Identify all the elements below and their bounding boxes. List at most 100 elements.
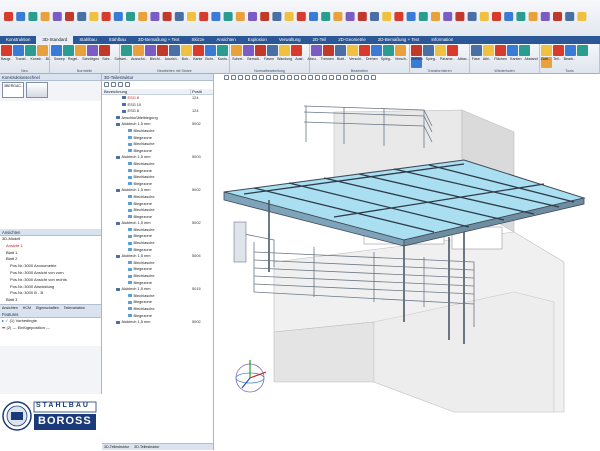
view-tool-icon[interactable] (364, 75, 369, 80)
view-tool-icon[interactable] (273, 75, 278, 80)
left-tab[interactable]: Teilevariation (62, 305, 87, 311)
view-tool-icon[interactable] (308, 75, 313, 80)
ribbon-tab[interactable]: Verwaltung (273, 36, 307, 44)
ribbon-tool-label[interactable]: Schrei.. (232, 57, 244, 63)
ribbon-tool-icon[interactable] (51, 45, 62, 56)
ribbon-tool-icon[interactable] (87, 45, 98, 56)
view-tool-icon[interactable] (371, 75, 376, 80)
view-tree-item[interactable]: Blatt 1 (0, 250, 101, 257)
ribbon-tool-label[interactable]: Trennen (321, 57, 334, 63)
ribbon-tool-label[interactable]: Attri.. (483, 57, 491, 63)
ribbon-tool-icon[interactable] (133, 45, 144, 56)
ribbon-tool-icon[interactable] (145, 45, 156, 56)
ribbon-tab[interactable]: 2D-Geometrie (332, 36, 372, 44)
view-tree-item[interactable]: Ansicht 1 (0, 243, 101, 250)
left-tab[interactable]: Eigenschaften (34, 305, 61, 311)
ribbon-tool-icon[interactable] (243, 45, 254, 56)
structure-row[interactable]: Biegezone (102, 280, 213, 287)
structure-row[interactable]: Alublech 1,5 mm 5002 (102, 187, 213, 194)
ribbon-tool-icon[interactable] (25, 45, 36, 56)
ribbon-tool-label[interactable]: Fasen (264, 57, 274, 63)
view-tree-item[interactable]: 3D-Modell (0, 236, 101, 243)
structure-row[interactable]: Blechlasche (102, 161, 213, 168)
structure-row[interactable]: Biegezone (102, 168, 213, 175)
ribbon-tool-icon[interactable] (1, 45, 12, 56)
view-tool-icon[interactable] (280, 75, 285, 80)
ribbon-tab[interactable]: Stahlbau (73, 36, 102, 44)
view-tool-icon[interactable] (329, 75, 334, 80)
ribbon-tab[interactable]: 3D-Bemaßung + Text (132, 36, 186, 44)
structure-row[interactable]: Biegezone (102, 181, 213, 188)
ribbon-tool-icon[interactable] (495, 45, 506, 56)
expand-icon[interactable] (118, 82, 123, 87)
ribbon-tool-icon[interactable] (63, 45, 74, 56)
structure-tab[interactable]: 3D-Teilestruktur (132, 444, 161, 450)
view-tool-icon[interactable] (301, 75, 306, 80)
ribbon-tool-icon[interactable] (447, 45, 458, 56)
ribbon-tool-icon[interactable] (483, 45, 494, 56)
view-tree-item[interactable]: Blatt 2 (0, 256, 101, 263)
structure-row[interactable]: Alublech 1,5 mm 5002 (102, 220, 213, 227)
structure-row[interactable]: Biegezone (102, 233, 213, 240)
ribbon-tool-label[interactable]: Baugr.. (1, 57, 12, 63)
ribbon-tool-label[interactable]: Bohr.. (205, 57, 214, 63)
ribbon-tool-label[interactable]: Teil.. (553, 57, 560, 63)
ribbon-tool-icon[interactable] (121, 45, 132, 56)
ribbon-tab[interactable]: Explosion (242, 36, 273, 44)
structure-row[interactable]: Blechlasche (102, 240, 213, 247)
ribbon-tool-label[interactable]: Blatt.. (337, 57, 346, 63)
view-tree-item[interactable]: Pos.Nr.:3000 Axonometrie (0, 263, 101, 270)
ribbon-tool-icon[interactable] (411, 45, 422, 56)
ribbon-tool-icon[interactable] (577, 45, 588, 56)
view-tool-icon[interactable] (294, 75, 299, 80)
ribbon-tool-icon[interactable] (37, 45, 48, 56)
ribbon-tool-icon[interactable] (519, 45, 530, 56)
ribbon-tool-icon[interactable] (279, 45, 290, 56)
structure-row[interactable]: Blechlasche (102, 260, 213, 267)
ribbon-tool-label[interactable]: Bearb.. (564, 57, 576, 63)
ribbon-tool-icon[interactable] (311, 45, 322, 56)
ribbon-tool-icon[interactable] (255, 45, 266, 56)
ribbon-tool-label[interactable]: Drehen (366, 57, 378, 63)
ribbon-tool-label[interactable]: Zwei.. (541, 57, 551, 63)
ribbon-tool-label[interactable]: Blechl.. (150, 57, 162, 63)
view-tree-item[interactable]: Pos.Nr.:3000 Abwicklung (0, 284, 101, 291)
structure-row[interactable]: Alublech 1,5 mm 5003 (102, 154, 213, 161)
structure-row[interactable]: Biegezone (102, 247, 213, 254)
ribbon-tool-label[interactable]: Schnittgeo (82, 57, 99, 63)
ribbon-tool-label[interactable]: Ausrich.. (165, 57, 179, 63)
col-name[interactable]: Bezeichnung (102, 89, 190, 94)
ribbon-tool-icon[interactable] (181, 45, 192, 56)
ribbon-tool-icon[interactable] (267, 45, 278, 56)
ribbon-tool-label[interactable]: Kante (193, 57, 202, 63)
ribbon-tool-label[interactable]: Attrac.. (457, 57, 468, 63)
ribbon-tab[interactable]: 2D-Teil (307, 36, 333, 44)
ribbon-tab[interactable]: Skizze (186, 36, 211, 44)
ribbon-tool-icon[interactable] (335, 45, 346, 56)
view-tree-item[interactable]: Pos.Nr.:3000 Ansicht von rechts (0, 277, 101, 284)
ribbon-tool-label[interactable]: Parame.. (440, 57, 455, 63)
view-tool-icon[interactable] (259, 75, 264, 80)
ribbon-tool-label[interactable]: Transf.. (15, 57, 27, 63)
structure-row[interactable]: Blechlasche (102, 194, 213, 201)
ribbon-tool-icon[interactable] (435, 45, 446, 56)
view-tree-item[interactable]: Blatt 3 (0, 297, 101, 304)
ribbon-tool-icon[interactable] (423, 45, 434, 56)
ribbon-tool-label[interactable]: Abstand (524, 57, 537, 63)
ribbon-tool-label[interactable]: Spieg.. (426, 57, 437, 63)
structure-row[interactable]: Blechlasche (102, 128, 213, 135)
filter-icon[interactable] (111, 82, 116, 87)
ribbon-tool-icon[interactable] (507, 45, 518, 56)
view-tool-icon[interactable] (266, 75, 271, 80)
view-tool-icon[interactable] (224, 75, 229, 80)
view-tree-item[interactable]: Pos.Nr.:3000 Ansicht von vorn (0, 270, 101, 277)
view-tool-icon[interactable] (343, 75, 348, 80)
ribbon-tab[interactable]: Information (425, 36, 459, 44)
structure-row[interactable]: Biegezone (102, 201, 213, 208)
view-tool-icon[interactable] (315, 75, 320, 80)
ribbon-tool-label[interactable]: Konstr.. (30, 57, 42, 63)
ribbon-tool-label[interactable]: Schwei.. (114, 57, 128, 63)
ribbon-tool-icon[interactable] (193, 45, 204, 56)
ribbon-tool-icon[interactable] (99, 45, 110, 56)
ribbon-tool-label[interactable]: Verschi.. (349, 57, 363, 63)
